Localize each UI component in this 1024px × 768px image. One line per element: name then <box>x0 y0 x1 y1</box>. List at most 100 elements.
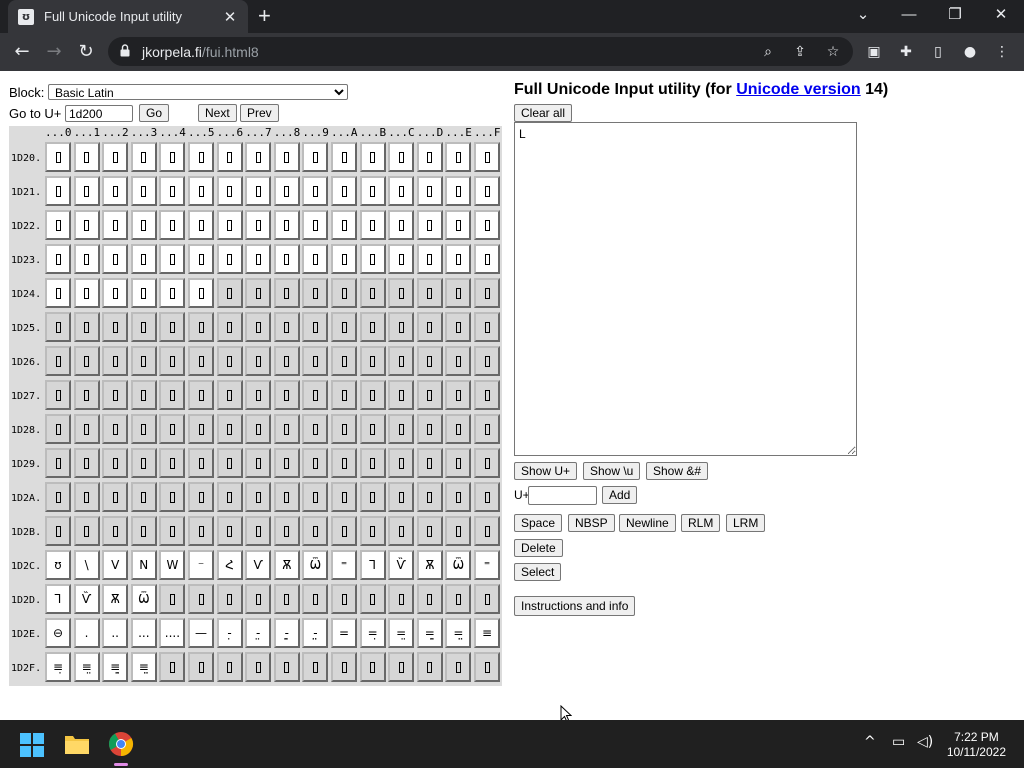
address-bar[interactable]: jkorpela.fi/fui.html8 ⌕ ⇪ ☆ <box>108 37 853 66</box>
char-cell[interactable] <box>245 346 272 376</box>
char-cell[interactable] <box>159 210 186 240</box>
char-cell[interactable] <box>273 142 300 172</box>
char-cell[interactable] <box>331 482 357 512</box>
char-cell[interactable] <box>245 482 272 512</box>
char-cell[interactable] <box>188 652 214 682</box>
char-cell[interactable] <box>245 448 272 478</box>
char-cell[interactable]: ⊖ <box>45 618 71 648</box>
chrome-taskbar-icon[interactable] <box>108 731 134 757</box>
char-cell[interactable]: =̤ <box>388 618 415 648</box>
char-cell[interactable] <box>216 414 243 444</box>
char-cell[interactable] <box>388 584 415 614</box>
char-cell[interactable] <box>45 380 71 410</box>
char-cell[interactable] <box>130 414 157 444</box>
network-icon[interactable]: ▭ <box>892 734 905 750</box>
char-cell[interactable] <box>388 652 415 682</box>
char-cell[interactable] <box>73 482 100 512</box>
zoom-icon[interactable]: ⌕ <box>758 42 778 62</box>
char-cell[interactable] <box>474 210 500 240</box>
char-cell[interactable] <box>73 210 100 240</box>
char-cell[interactable]: =̣ <box>359 618 386 648</box>
block-select[interactable]: Basic Latin <box>48 84 348 100</box>
char-cell[interactable] <box>102 278 129 308</box>
char-cell[interactable] <box>188 482 214 512</box>
char-cell[interactable]: =̤̤ <box>445 618 472 648</box>
url-text[interactable]: jkorpela.fi/fui.html8 <box>142 44 259 60</box>
char-cell[interactable]: Ѵ <box>245 550 272 580</box>
tab-search-chevron-icon[interactable]: ⌄ <box>843 4 883 26</box>
char-cell[interactable] <box>359 584 386 614</box>
char-cell[interactable]: ≡̣ <box>45 652 71 682</box>
char-cell[interactable] <box>159 516 186 546</box>
char-cell[interactable] <box>474 584 500 614</box>
share-icon[interactable]: ⇪ <box>790 42 810 62</box>
char-cell[interactable] <box>102 142 129 172</box>
char-cell[interactable]: -̤̤ <box>302 618 329 648</box>
char-cell[interactable] <box>73 278 100 308</box>
char-cell[interactable] <box>273 448 300 478</box>
char-cell[interactable] <box>188 278 214 308</box>
char-cell[interactable] <box>331 414 357 444</box>
window-close-icon[interactable]: ✕ <box>981 4 1021 26</box>
char-cell[interactable] <box>474 448 500 478</box>
char-cell[interactable] <box>474 176 500 206</box>
char-cell[interactable] <box>331 516 357 546</box>
char-cell[interactable] <box>73 142 100 172</box>
char-cell[interactable] <box>188 346 214 376</box>
char-cell[interactable] <box>159 346 186 376</box>
profile-avatar-icon[interactable]: ● <box>960 42 980 62</box>
go-button[interactable]: Go <box>139 104 170 122</box>
char-cell[interactable] <box>331 278 357 308</box>
char-cell[interactable] <box>302 278 329 308</box>
char-cell[interactable]: \ <box>73 550 100 580</box>
char-cell[interactable] <box>273 346 300 376</box>
char-cell[interactable] <box>216 584 243 614</box>
char-cell[interactable] <box>102 312 129 342</box>
char-cell[interactable] <box>130 210 157 240</box>
char-cell[interactable] <box>359 176 386 206</box>
lock-icon[interactable] <box>120 44 130 57</box>
char-cell[interactable] <box>474 380 500 410</box>
lrm-button[interactable]: LRM <box>726 514 766 532</box>
char-cell[interactable] <box>416 346 443 376</box>
char-cell[interactable] <box>273 278 300 308</box>
char-cell[interactable]: ≡̤̤ <box>130 652 157 682</box>
char-cell[interactable] <box>102 176 129 206</box>
char-cell[interactable]: Ѫ <box>102 584 129 614</box>
char-cell[interactable] <box>445 482 472 512</box>
char-cell[interactable] <box>445 244 472 274</box>
char-cell[interactable]: Ѷ <box>388 550 415 580</box>
char-cell[interactable] <box>216 482 243 512</box>
char-cell[interactable] <box>45 448 71 478</box>
volume-icon[interactable]: ◁) <box>917 734 933 750</box>
char-cell[interactable] <box>45 312 71 342</box>
char-cell[interactable] <box>416 516 443 546</box>
char-cell[interactable] <box>73 346 100 376</box>
char-cell[interactable] <box>73 448 100 478</box>
char-cell[interactable] <box>216 312 243 342</box>
char-cell[interactable] <box>45 482 71 512</box>
char-cell[interactable] <box>159 278 186 308</box>
char-cell[interactable] <box>359 244 386 274</box>
char-cell[interactable] <box>474 482 500 512</box>
char-cell[interactable] <box>331 652 357 682</box>
char-cell[interactable] <box>245 244 272 274</box>
char-cell[interactable] <box>130 346 157 376</box>
char-cell[interactable] <box>474 142 500 172</box>
char-cell[interactable] <box>102 448 129 478</box>
prev-button[interactable]: Prev <box>240 104 279 122</box>
char-cell[interactable] <box>245 380 272 410</box>
char-cell[interactable] <box>388 142 415 172</box>
char-cell[interactable] <box>273 584 300 614</box>
char-cell[interactable] <box>45 244 71 274</box>
char-cell[interactable] <box>45 142 71 172</box>
char-cell[interactable] <box>445 516 472 546</box>
char-cell[interactable] <box>302 244 329 274</box>
char-cell[interactable]: Ѫ <box>416 550 443 580</box>
char-cell[interactable]: -̣ <box>216 618 243 648</box>
minimize-icon[interactable]: — <box>889 4 929 26</box>
char-cell[interactable] <box>388 414 415 444</box>
char-cell[interactable] <box>188 176 214 206</box>
show-u-plus-button[interactable]: Show U+ <box>514 462 578 480</box>
goto-codepoint-input[interactable] <box>65 105 133 122</box>
